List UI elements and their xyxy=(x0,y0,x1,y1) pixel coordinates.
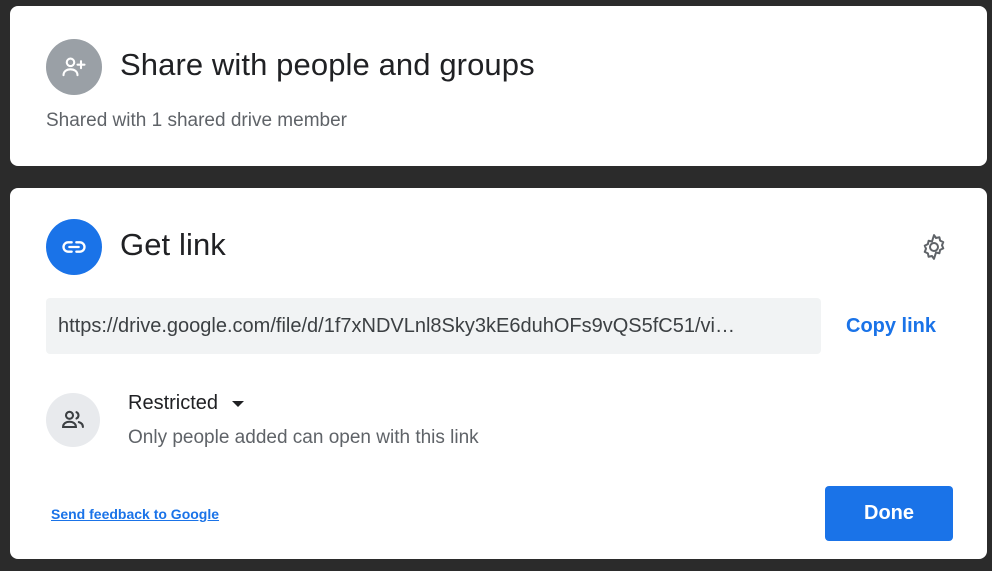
access-dropdown[interactable]: Restricted xyxy=(128,392,245,415)
link-url-text: https://drive.google.com/file/d/1f7xNDVL… xyxy=(58,314,735,337)
gear-icon[interactable] xyxy=(917,230,951,264)
link-icon xyxy=(46,219,102,275)
share-section-title: Share with people and groups xyxy=(120,47,535,82)
send-feedback-link[interactable]: Send feedback to Google xyxy=(51,506,219,522)
share-section-subtitle: Shared with 1 shared drive member xyxy=(46,110,347,131)
access-description: Only people added can open with this lin… xyxy=(128,427,479,448)
share-people-section[interactable]: Share with people and groups Shared with… xyxy=(10,6,987,166)
link-url-field[interactable]: https://drive.google.com/file/d/1f7xNDVL… xyxy=(46,298,821,354)
people-icon xyxy=(46,393,100,447)
chevron-down-icon xyxy=(232,400,245,407)
done-button[interactable]: Done xyxy=(825,486,953,541)
copy-link-button[interactable]: Copy link xyxy=(846,315,936,338)
get-link-section: Get link https://drive.google.com/file/d… xyxy=(10,188,987,559)
share-dialog-stage: Share with people and groups Shared with… xyxy=(0,0,992,571)
access-selected-label: Restricted xyxy=(128,392,219,414)
person-add-icon xyxy=(46,39,102,95)
get-link-title: Get link xyxy=(120,227,226,262)
